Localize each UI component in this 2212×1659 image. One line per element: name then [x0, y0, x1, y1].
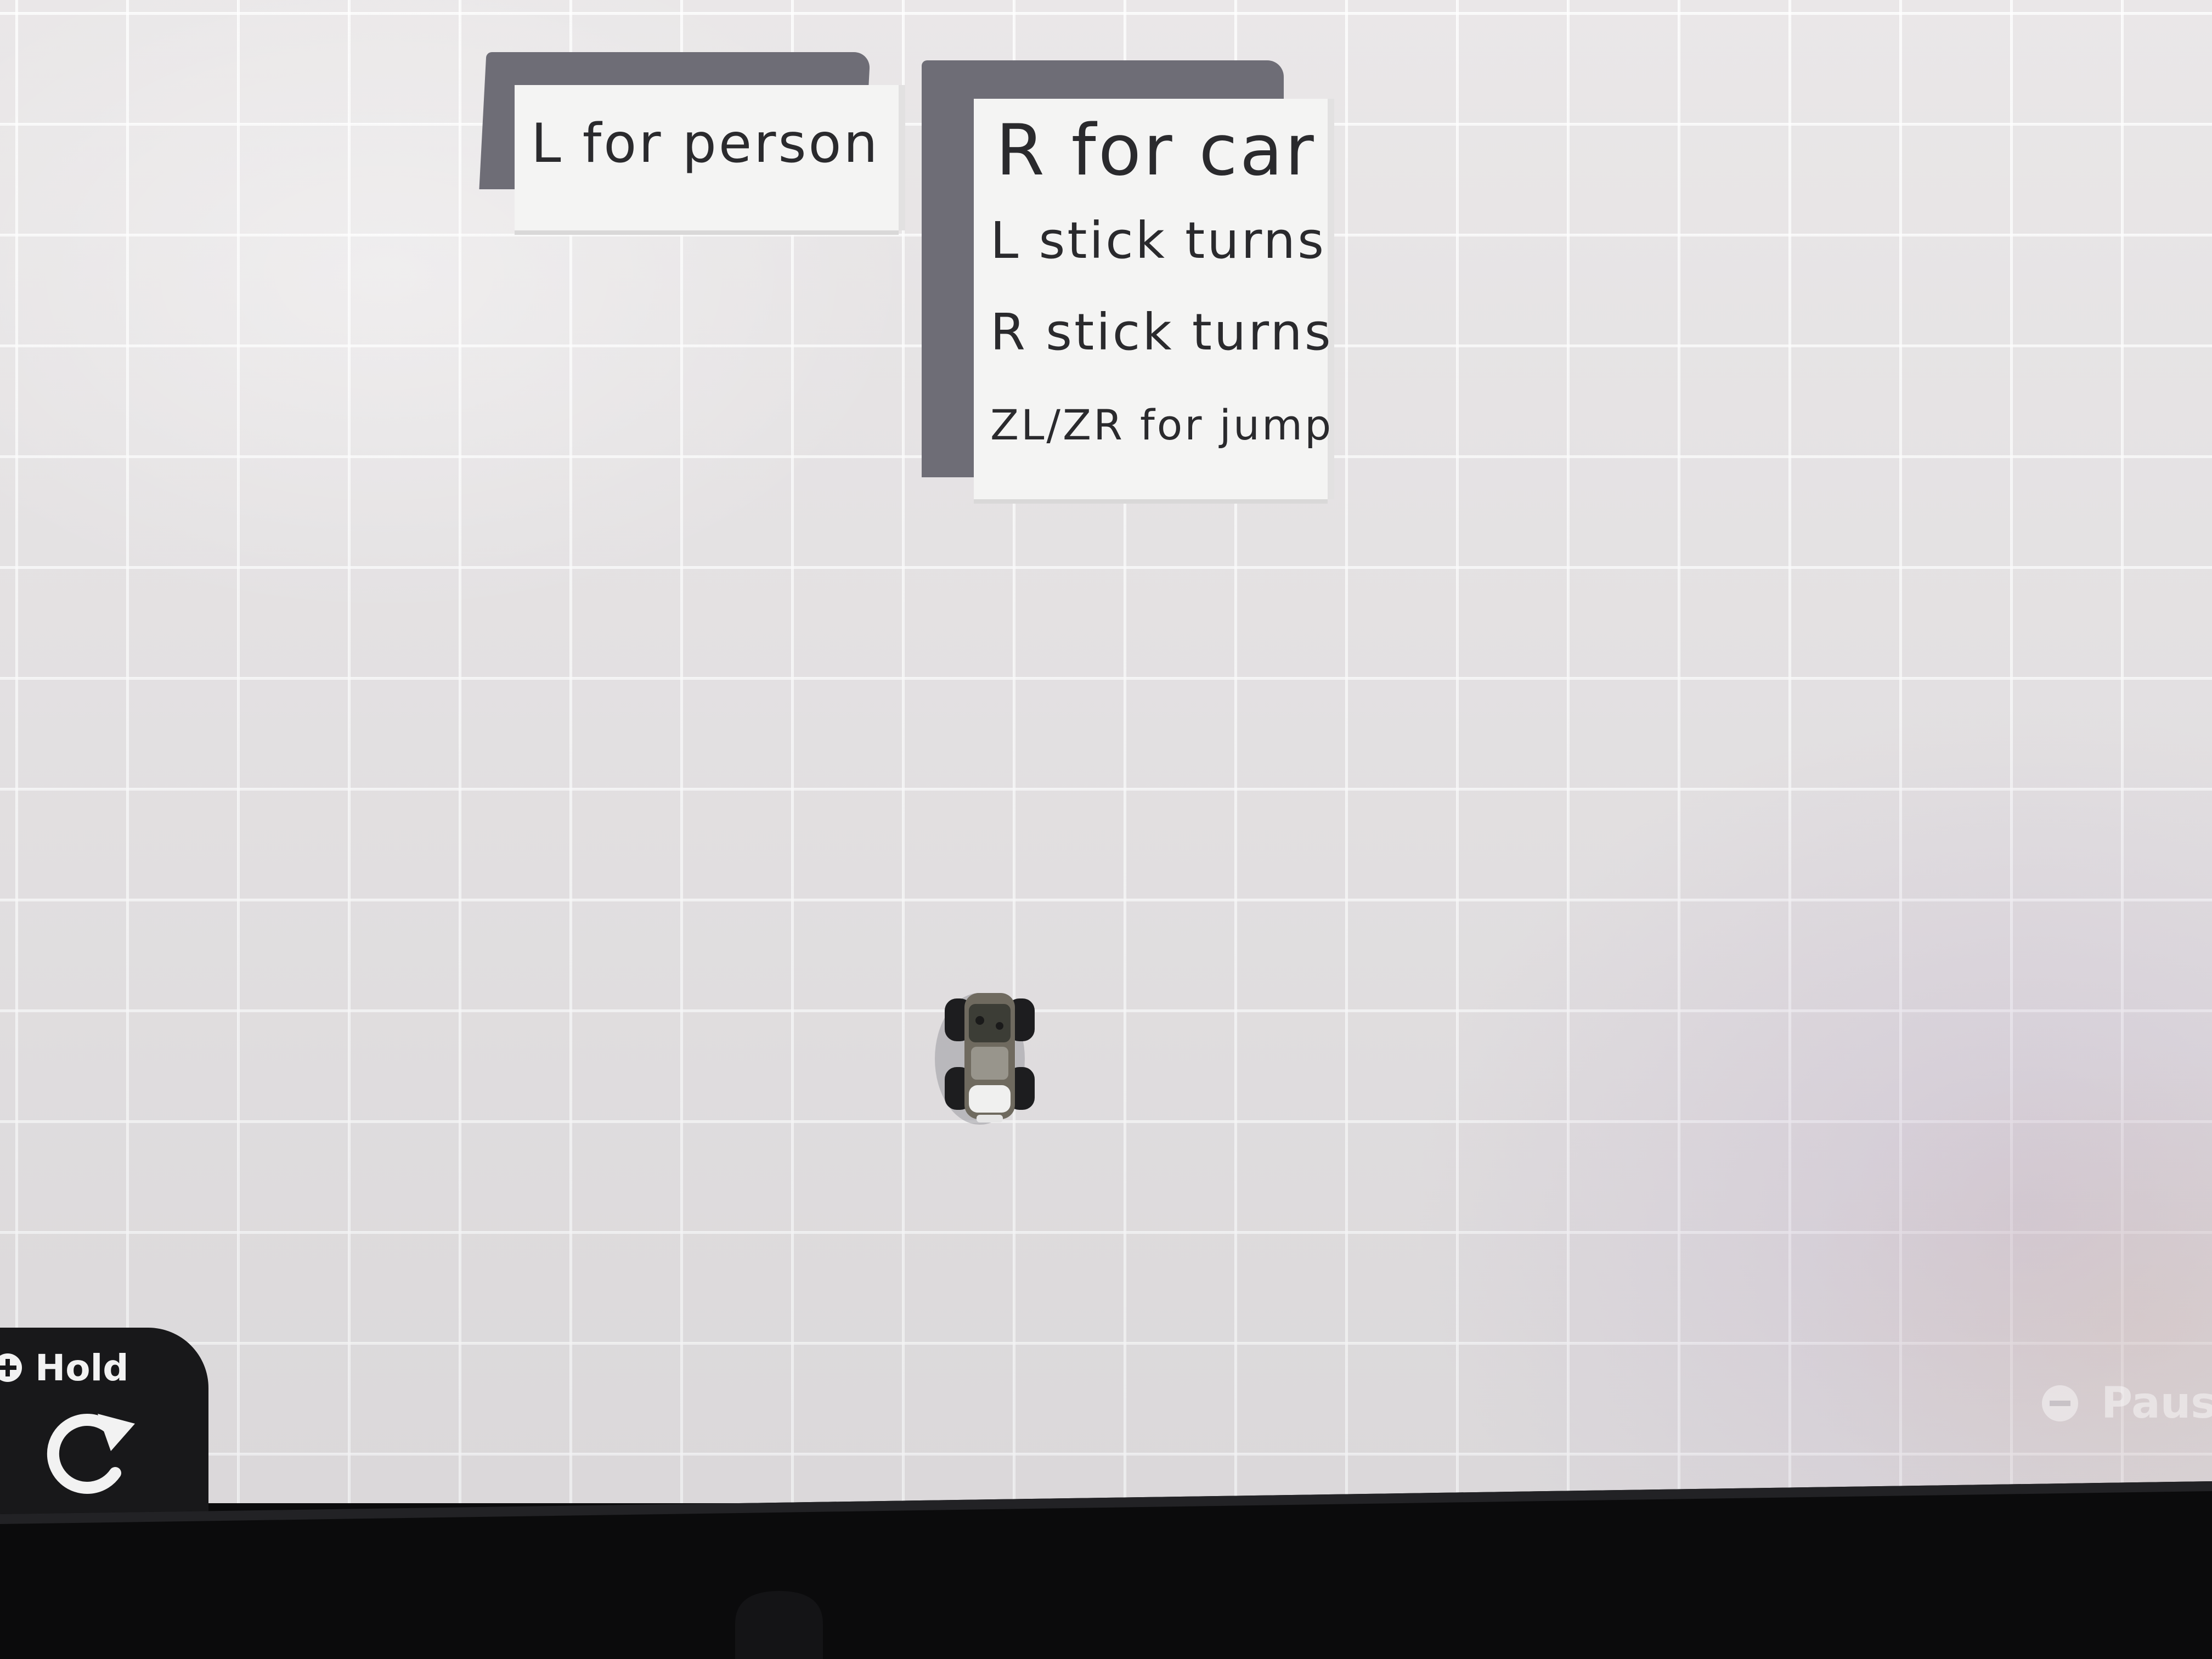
car-sign-line-2: R stick turns: [990, 303, 1333, 362]
car-sign-line-1: L stick turns: [990, 211, 1326, 270]
car-sign-title: R for car: [996, 110, 1316, 191]
game-screen: L for person R for car L stick turns R s…: [0, 0, 2212, 1659]
minus-icon: [2042, 1385, 2078, 1421]
plus-icon: [0, 1353, 22, 1382]
person-sign-text: L for person: [531, 112, 880, 175]
player-car: [933, 982, 1042, 1136]
person-sign: L for person: [515, 85, 899, 230]
pause-label: Paus: [2101, 1379, 2212, 1428]
device-bezel: [0, 1481, 2212, 1659]
hold-label: Hold: [35, 1347, 129, 1389]
car-sign: R for car L stick turns R stick turns ZL…: [974, 99, 1331, 499]
car-sign-line-3: ZL/ZR for jump: [990, 400, 1334, 449]
